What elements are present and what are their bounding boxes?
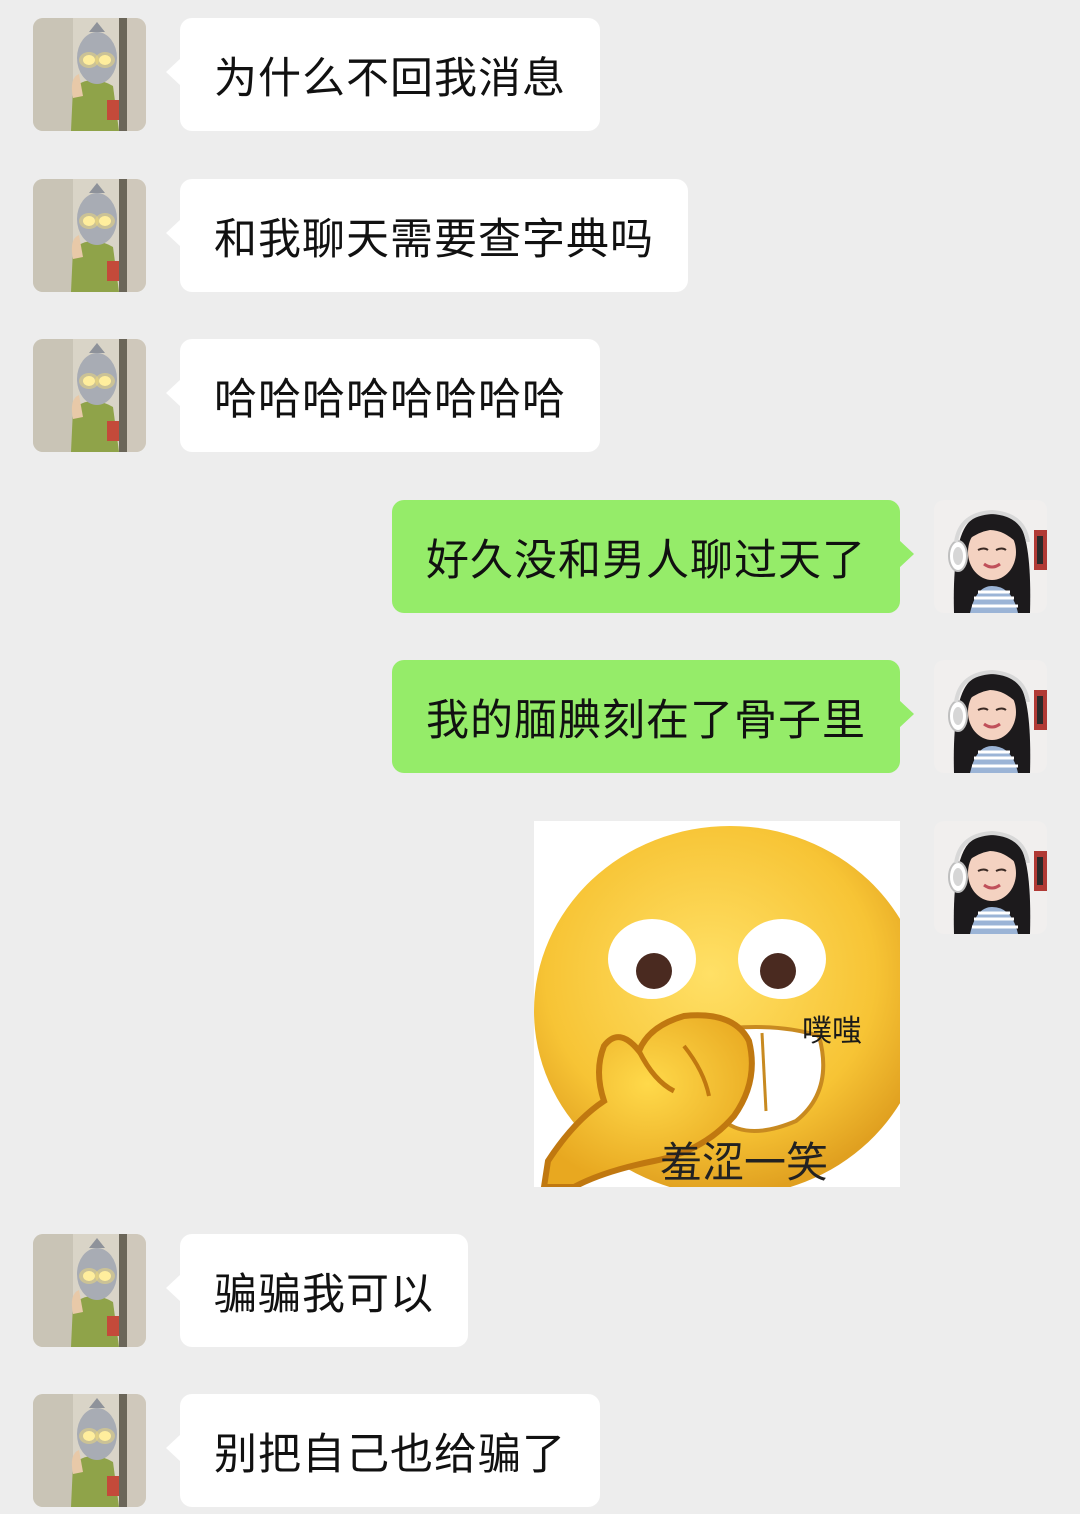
bubble-tail xyxy=(899,700,914,728)
bubble-tail xyxy=(166,219,181,247)
incoming-message-bubble[interactable]: 哈哈哈哈哈哈哈哈 xyxy=(166,339,600,452)
bubble-tail xyxy=(166,58,181,86)
avatar-image xyxy=(934,500,1047,613)
outgoing-message-bubble[interactable]: 好久没和男人聊过天了 xyxy=(392,500,914,613)
bubble-tail xyxy=(166,1274,181,1302)
avatar-image xyxy=(33,1394,146,1507)
my-avatar[interactable] xyxy=(934,500,1047,613)
avatar-image xyxy=(33,1234,146,1347)
outgoing-message-bubble[interactable]: 我的腼腆刻在了骨子里 xyxy=(392,660,914,773)
incoming-message-bubble[interactable]: 为什么不回我消息 xyxy=(166,18,600,131)
message-text: 别把自己也给骗了 xyxy=(214,1429,566,1480)
avatar-image xyxy=(934,821,1047,934)
contact-avatar[interactable] xyxy=(33,18,146,131)
bubble-tail xyxy=(899,540,914,568)
message-text: 为什么不回我消息 xyxy=(214,53,566,104)
bubble-tail xyxy=(166,379,181,407)
incoming-message-bubble[interactable]: 和我聊天需要查字典吗 xyxy=(166,179,688,292)
contact-avatar[interactable] xyxy=(33,1394,146,1507)
sticker-message[interactable]: 噗嗤 羞涩一笑 xyxy=(534,821,900,1187)
sticker-caption-bottom: 羞涩一笑 xyxy=(660,1138,829,1187)
avatar-image xyxy=(33,18,146,131)
bubble-tail xyxy=(166,1434,181,1462)
avatar-image xyxy=(33,339,146,452)
incoming-message-bubble[interactable]: 别把自己也给骗了 xyxy=(166,1394,600,1507)
incoming-message-bubble[interactable]: 骗骗我可以 xyxy=(166,1234,468,1347)
message-text: 骗骗我可以 xyxy=(214,1269,434,1320)
sticker-caption-top: 噗嗤 xyxy=(802,1014,862,1049)
avatar-image xyxy=(33,179,146,292)
message-text: 我的腼腆刻在了骨子里 xyxy=(426,695,866,746)
contact-avatar[interactable] xyxy=(33,339,146,452)
message-text: 哈哈哈哈哈哈哈哈 xyxy=(214,374,566,425)
my-avatar[interactable] xyxy=(934,660,1047,773)
my-avatar[interactable] xyxy=(934,821,1047,934)
avatar-image xyxy=(934,660,1047,773)
contact-avatar[interactable] xyxy=(33,179,146,292)
message-text: 和我聊天需要查字典吗 xyxy=(214,214,654,265)
contact-avatar[interactable] xyxy=(33,1234,146,1347)
message-text: 好久没和男人聊过天了 xyxy=(426,535,866,586)
